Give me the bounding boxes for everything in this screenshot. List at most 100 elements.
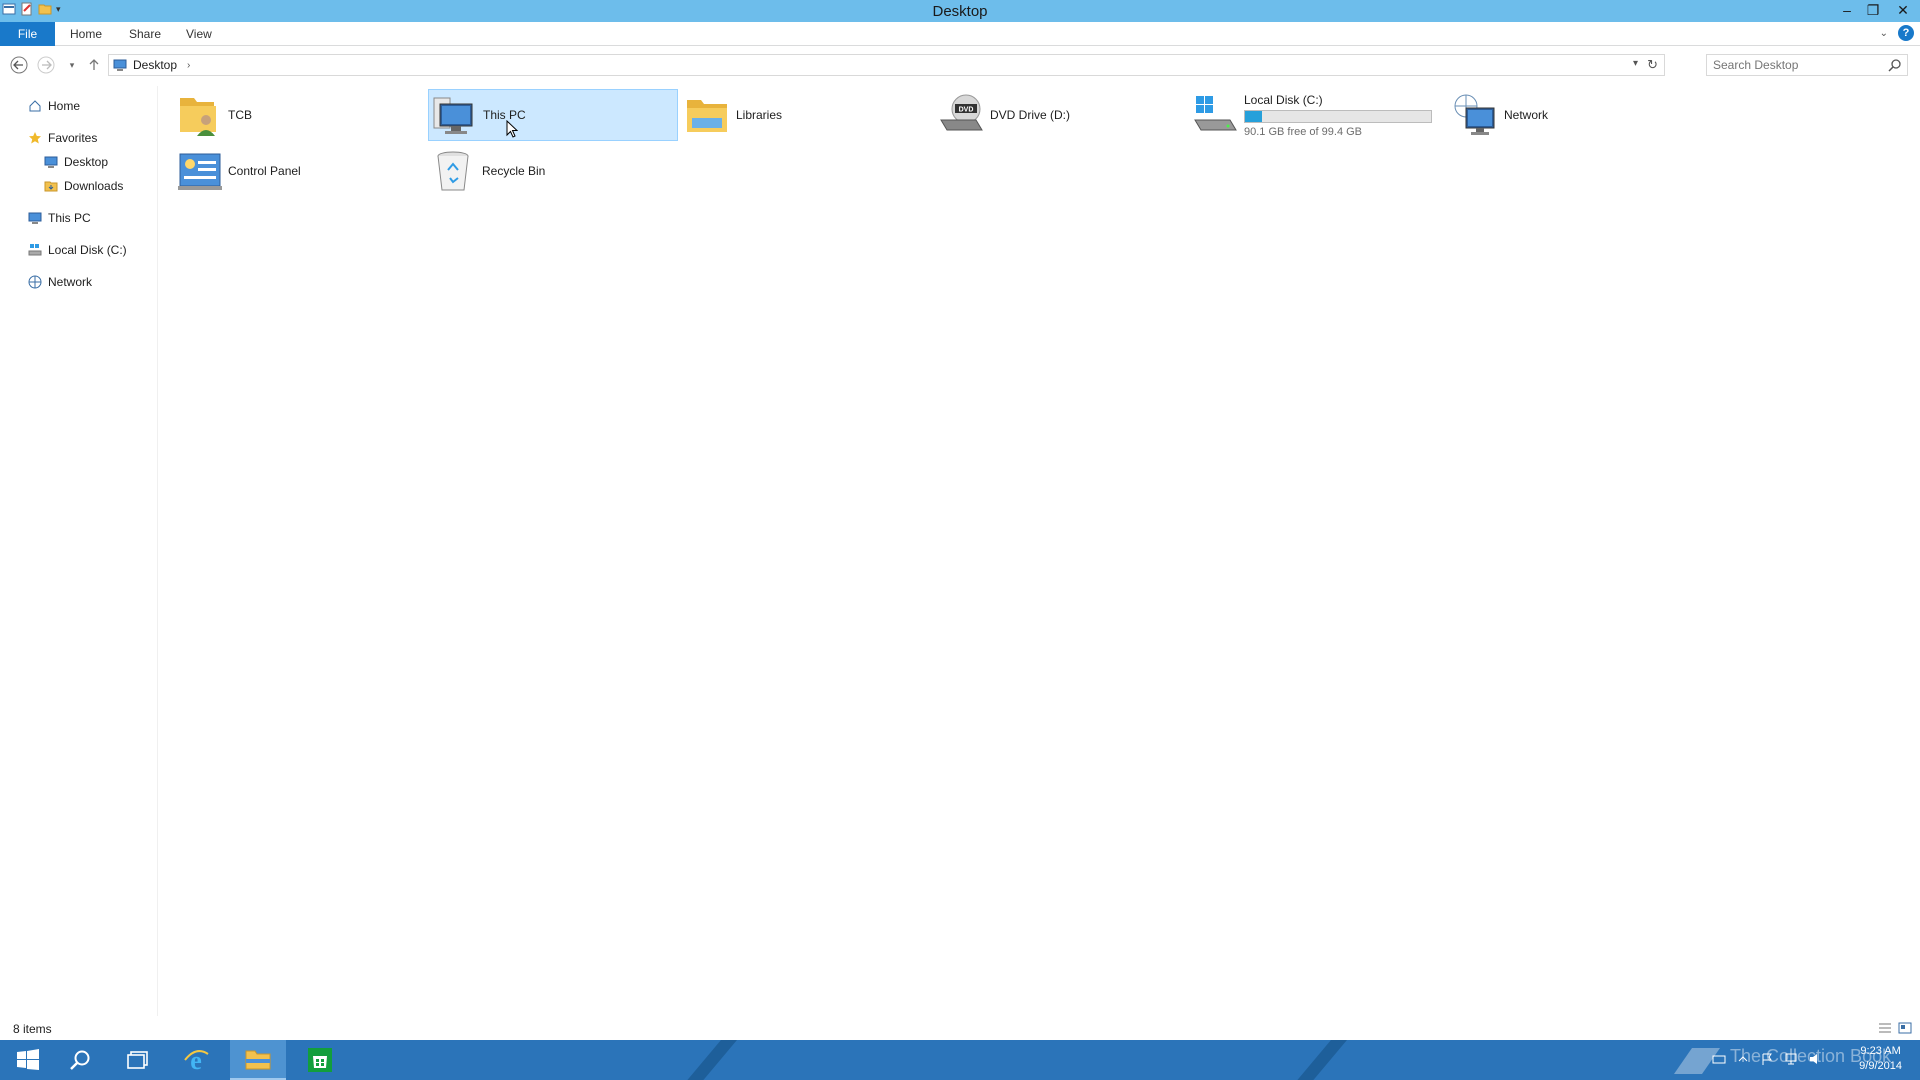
drive-usage-bar: [1244, 109, 1432, 123]
back-arrow-icon: [10, 56, 28, 74]
keyboard-icon[interactable]: [1712, 1052, 1726, 1066]
taskbar: e The Collection Book 9:23 AM 9/9/2014: [0, 1040, 1920, 1080]
store-icon: [308, 1048, 332, 1072]
search-input[interactable]: [1707, 55, 1882, 75]
content-item-libraries[interactable]: Libraries: [682, 89, 932, 141]
nav-item-label: Local Disk (C:): [48, 243, 127, 257]
view-toggle: [1878, 1022, 1912, 1034]
content-item-network[interactable]: Network: [1450, 89, 1700, 141]
content-item-label: Network: [1504, 108, 1549, 122]
nav-item-this-pc[interactable]: This PC: [28, 207, 91, 229]
volume-icon[interactable]: [1808, 1052, 1822, 1066]
navigation-bar: ▾ Desktop › ▾ ↻: [0, 46, 1920, 82]
tab-share[interactable]: Share: [129, 22, 161, 46]
recycle-bin-icon: [437, 151, 469, 191]
action-center-flag-icon[interactable]: [1760, 1052, 1774, 1066]
clock-time: 9:23 AM: [1860, 1045, 1901, 1057]
details-view-icon[interactable]: [1878, 1022, 1892, 1034]
drive-icon: [28, 244, 42, 256]
internet-explorer-button[interactable]: e: [168, 1040, 224, 1080]
mouse-cursor-icon: [506, 120, 518, 138]
show-hidden-icons-chevron-icon[interactable]: [1736, 1052, 1750, 1066]
start-button[interactable]: [0, 1040, 56, 1080]
window-title: Desktop: [932, 3, 988, 20]
search-box[interactable]: [1706, 54, 1908, 76]
address-bar[interactable]: Desktop › ▾ ↻: [108, 54, 1665, 76]
store-button[interactable]: [292, 1040, 348, 1080]
nav-item-label: Favorites: [48, 131, 98, 145]
nav-item-label: This PC: [48, 211, 91, 225]
content-item-label: Local Disk (C:): [1244, 92, 1323, 107]
content-item-label: Recycle Bin: [482, 164, 546, 178]
help-icon[interactable]: ?: [1898, 25, 1914, 41]
content-item-dvd-drive[interactable]: DVD DVD Drive (D:): [936, 89, 1186, 141]
up-arrow-icon: [89, 59, 99, 70]
recent-locations-chevron-icon[interactable]: ▾: [62, 55, 82, 75]
nav-item-favorites[interactable]: Favorites: [28, 127, 97, 149]
expand-ribbon-chevron-icon[interactable]: ⌄: [1880, 28, 1888, 39]
forward-button[interactable]: [36, 55, 56, 75]
network-status-icon[interactable]: [1784, 1052, 1798, 1066]
home-icon: [29, 100, 41, 112]
content-item-local-disk[interactable]: Local Disk (C:) 90.1 GB free of 99.4 GB: [1190, 89, 1450, 141]
star-icon: [29, 132, 41, 144]
close-button[interactable]: ✕: [1886, 0, 1920, 20]
breadcrumb-separator-chevron-icon[interactable]: ›: [187, 60, 190, 71]
nav-item-label: Downloads: [64, 179, 124, 193]
content-item-this-pc[interactable]: This PC: [428, 89, 678, 141]
tab-view[interactable]: View: [186, 22, 212, 46]
content-item-recycle-bin[interactable]: Recycle Bin: [428, 145, 678, 197]
drive-info: Local Disk (C:) 90.1 GB free of 99.4 GB: [1244, 93, 1432, 138]
search-icon[interactable]: [1888, 58, 1902, 72]
desktop-icon: [44, 156, 58, 168]
nav-item-desktop[interactable]: Desktop: [44, 151, 108, 173]
file-explorer-icon: [245, 1050, 271, 1070]
content-item-label: Control Panel: [228, 164, 301, 178]
task-view-button[interactable]: [110, 1040, 166, 1080]
address-dropdown-chevron-icon[interactable]: ▾: [1633, 58, 1638, 69]
nav-item-home[interactable]: Home: [28, 95, 80, 117]
file-explorer-button[interactable]: [230, 1040, 286, 1080]
dvd-drive-icon: DVD: [940, 94, 983, 131]
clock-date: 9/9/2014: [1859, 1060, 1902, 1072]
large-icons-view-icon[interactable]: [1898, 1022, 1912, 1034]
nav-item-label: Network: [48, 275, 93, 289]
system-tray: [1712, 1052, 1822, 1066]
windows-logo-icon: [17, 1049, 39, 1070]
content-view: TCB This PC Libraries DVD DVD Drive (D:)…: [170, 86, 1910, 1016]
user-folder-icon: [180, 98, 216, 136]
content-item-label: Libraries: [736, 108, 783, 122]
title-bar: ▾ Desktop – ❐ ✕: [0, 0, 1920, 22]
nav-item-network[interactable]: Network: [28, 271, 92, 293]
forward-arrow-icon: [37, 56, 55, 74]
tab-file[interactable]: File: [0, 22, 55, 46]
drive-usage-fill: [1245, 110, 1262, 122]
back-button[interactable]: [9, 55, 29, 75]
window-controls: – ❐ ✕: [1834, 0, 1920, 20]
content-item-control-panel[interactable]: Control Panel: [174, 145, 424, 197]
task-view-icon: [127, 1051, 148, 1069]
content-item-label: DVD Drive (D:): [990, 108, 1070, 122]
wallpaper-stripe: [1280, 1040, 1356, 1080]
status-bar: 8 items: [0, 1018, 1920, 1040]
nav-item-label: Desktop: [64, 155, 109, 169]
up-button[interactable]: [84, 55, 104, 75]
nav-item-downloads[interactable]: Downloads: [44, 175, 123, 197]
dvd-label-text: DVD: [959, 107, 974, 114]
ribbon-tabs: File Home Share View ⌄ ?: [0, 22, 1920, 46]
computer-icon: [433, 97, 473, 134]
network-icon: [1454, 94, 1495, 135]
breadcrumb-desktop[interactable]: Desktop: [133, 58, 177, 72]
refresh-icon[interactable]: ↻: [1647, 57, 1658, 73]
libraries-icon: [687, 100, 727, 132]
tab-home[interactable]: Home: [70, 22, 102, 46]
wallpaper-stripe: [670, 1040, 746, 1080]
search-taskbar-button[interactable]: [52, 1040, 108, 1080]
nav-item-local-disk[interactable]: Local Disk (C:): [28, 239, 127, 261]
minimize-button[interactable]: –: [1834, 0, 1860, 20]
internet-explorer-icon: e: [184, 1046, 209, 1074]
system-clock[interactable]: 9:23 AM 9/9/2014: [1859, 1044, 1902, 1074]
folder-icon: [44, 181, 58, 192]
content-item-tcb[interactable]: TCB: [174, 89, 424, 141]
restore-button[interactable]: ❐: [1860, 0, 1886, 20]
